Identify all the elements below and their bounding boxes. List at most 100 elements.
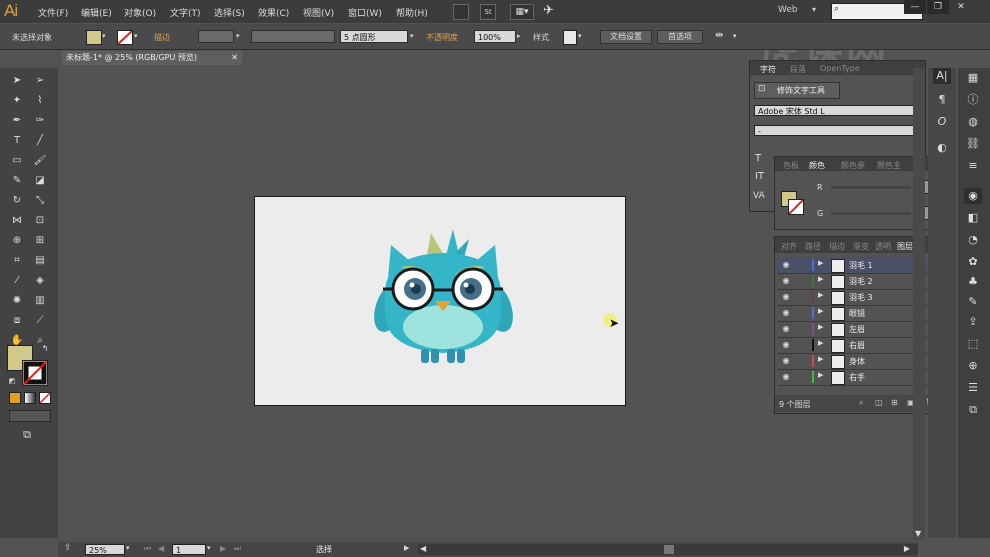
eye-icon[interactable]: ◉ xyxy=(780,291,792,303)
scale-tool-icon[interactable]: ⤡ xyxy=(33,194,47,208)
slider-g[interactable] xyxy=(831,212,911,215)
menu-object[interactable]: 对象(O) xyxy=(124,6,156,19)
rotate-tool-icon[interactable]: ↻ xyxy=(10,194,24,208)
menu-view[interactable]: 视图(V) xyxy=(303,6,334,19)
layer-name[interactable]: 羽毛 1 xyxy=(849,260,873,271)
magic-wand-icon[interactable]: ✦ xyxy=(10,94,24,108)
expand-arrow-icon[interactable]: ▶ xyxy=(818,371,823,379)
tab-align[interactable]: 对齐 xyxy=(781,241,797,252)
width-tool-icon[interactable]: ⋈ xyxy=(10,214,24,228)
navigator-icon[interactable]: ≡ xyxy=(964,158,982,174)
new-sublayer-icon[interactable]: ⊞ xyxy=(891,398,898,407)
scroll-left-icon[interactable]: ◀ xyxy=(420,544,426,553)
tab-stroke[interactable]: 描边 xyxy=(829,241,845,252)
chevron-down-icon[interactable]: ▾ xyxy=(102,32,106,40)
swap-colors-icon[interactable]: ↰ xyxy=(38,342,52,356)
shape-builder-icon[interactable]: ⊕ xyxy=(10,234,24,248)
drawing-modes-icon[interactable] xyxy=(9,410,51,422)
eye-icon[interactable]: ◉ xyxy=(780,259,792,271)
type-tool-icon[interactable]: T xyxy=(10,134,24,148)
document-tab[interactable]: 未标题-1* @ 25% (RGB/GPU 预览) ✕ xyxy=(62,51,242,65)
artboard-tool-icon[interactable]: ⧈ xyxy=(10,314,24,328)
direct-selection-tool-icon[interactable]: ➢ xyxy=(33,74,47,88)
stroke-color-swatch[interactable] xyxy=(22,360,48,386)
style-swatch[interactable] xyxy=(563,30,577,45)
expand-arrow-icon[interactable]: ▶ xyxy=(818,291,823,299)
eye-icon[interactable]: ◉ xyxy=(780,275,792,287)
minimize-button[interactable]: — xyxy=(904,0,926,14)
chevron-down-icon[interactable]: ▾ xyxy=(207,544,211,552)
menu-effect[interactable]: 效果(C) xyxy=(258,6,289,19)
vertical-scrollbar[interactable]: ▼ xyxy=(913,68,925,540)
info-icon[interactable]: ⓘ xyxy=(964,92,982,108)
eye-icon[interactable]: ◉ xyxy=(780,371,792,383)
menu-window[interactable]: 窗口(W) xyxy=(348,6,382,19)
color-wheel-icon[interactable]: ✿ xyxy=(964,254,982,270)
layer-name[interactable]: 羽毛 2 xyxy=(849,276,873,287)
font-family-select[interactable]: Adobe 宋体 Std L xyxy=(754,105,920,116)
expand-arrow-icon[interactable]: ▶ xyxy=(818,355,823,363)
tab-swatches[interactable]: 色板 xyxy=(783,160,799,171)
default-colors-icon[interactable]: ◩ xyxy=(5,374,19,388)
layer-name[interactable]: 右手 xyxy=(849,372,865,383)
paintbrush-tool-icon[interactable]: 🖌 xyxy=(33,154,47,168)
artboard-field[interactable]: 1 xyxy=(172,544,206,555)
column-graph-icon[interactable]: ▥ xyxy=(33,294,47,308)
tab-paragraph[interactable]: 段落 xyxy=(790,64,806,75)
selection-tool-icon[interactable]: ➤ xyxy=(10,74,24,88)
scroll-down-icon[interactable]: ▼ xyxy=(915,529,921,538)
tab-pathfinder[interactable]: 路径 xyxy=(805,241,821,252)
layer-name[interactable]: 右眉 xyxy=(849,340,865,351)
links-icon[interactable]: ⛓ xyxy=(964,136,982,152)
stroke-swatch[interactable] xyxy=(117,30,133,45)
pen-tool-icon[interactable]: ✒ xyxy=(10,114,24,128)
menu-file[interactable]: 文件(F) xyxy=(38,6,68,19)
layer-name[interactable]: 左眉 xyxy=(849,324,865,335)
close-icon[interactable]: ✕ xyxy=(231,51,238,65)
export-icon[interactable]: ⇪ xyxy=(964,314,982,330)
expand-arrow-icon[interactable]: ▶ xyxy=(818,339,823,347)
gradient-mode-icon[interactable] xyxy=(24,392,36,404)
menu-type[interactable]: 文字(T) xyxy=(170,6,201,19)
appearance-icon[interactable]: ◉ xyxy=(964,188,982,204)
variable-width-profile[interactable] xyxy=(251,30,335,43)
workspace-switcher[interactable]: Web xyxy=(778,5,798,15)
layer-name[interactable]: 羽毛 3 xyxy=(849,292,873,303)
document-setup-button[interactable]: 文档设置 xyxy=(600,30,652,44)
eye-icon[interactable]: ◉ xyxy=(780,339,792,351)
layer-name[interactable]: 身体 xyxy=(849,356,865,367)
touch-type-tool-button[interactable]: ⊡ 修饰文字工具 xyxy=(754,82,840,99)
bridge-button[interactable] xyxy=(453,4,469,20)
clipping-mask-icon[interactable]: ◫ xyxy=(875,398,883,407)
lasso-icon[interactable]: ⌇ xyxy=(33,94,47,108)
tab-gradient[interactable]: 渐变 xyxy=(853,241,869,252)
character-panel-icon[interactable]: A| xyxy=(933,68,951,84)
rectangle-tool-icon[interactable]: ▭ xyxy=(10,154,24,168)
chevron-down-icon[interactable]: ▾ xyxy=(578,32,582,40)
paragraph-panel-icon[interactable]: ¶ xyxy=(933,92,951,108)
artboards-icon[interactable]: ☰ xyxy=(964,380,982,396)
transform-icon[interactable]: ⬚ xyxy=(964,336,982,352)
fill-swatch[interactable] xyxy=(86,30,102,45)
menu-edit[interactable]: 编辑(E) xyxy=(81,6,112,19)
free-transform-icon[interactable]: ⊡ xyxy=(33,214,47,228)
asset-export-icon[interactable]: ⊕ xyxy=(964,358,982,374)
layers-icon[interactable]: ⧉ xyxy=(964,402,982,418)
symbols-icon[interactable]: ♣ xyxy=(964,274,982,290)
mesh-tool-icon[interactable]: ⌗ xyxy=(10,254,24,268)
eye-icon[interactable]: ◉ xyxy=(780,323,792,335)
expand-arrow-icon[interactable]: ▶ xyxy=(818,259,823,267)
slice-tool-icon[interactable]: ⟋ xyxy=(33,314,47,328)
blend-tool-icon[interactable]: ◈ xyxy=(33,274,47,288)
chevron-down-icon[interactable]: ▾ xyxy=(126,544,130,552)
tab-color-theme[interactable]: 颜色主 xyxy=(877,160,901,171)
eraser-tool-icon[interactable]: ◪ xyxy=(33,174,47,188)
brushes-icon[interactable]: ✎ xyxy=(964,294,982,310)
expand-arrow-icon[interactable]: ▶ xyxy=(818,307,823,315)
artboard[interactable] xyxy=(254,196,626,406)
close-button[interactable]: ✕ xyxy=(950,0,972,14)
stroke-label[interactable]: 描边 xyxy=(154,32,170,43)
preferences-button[interactable]: 首选项 xyxy=(657,30,703,44)
zoom-field[interactable]: 25% xyxy=(85,544,125,555)
chevron-down-icon[interactable]: ▾ xyxy=(236,32,240,40)
